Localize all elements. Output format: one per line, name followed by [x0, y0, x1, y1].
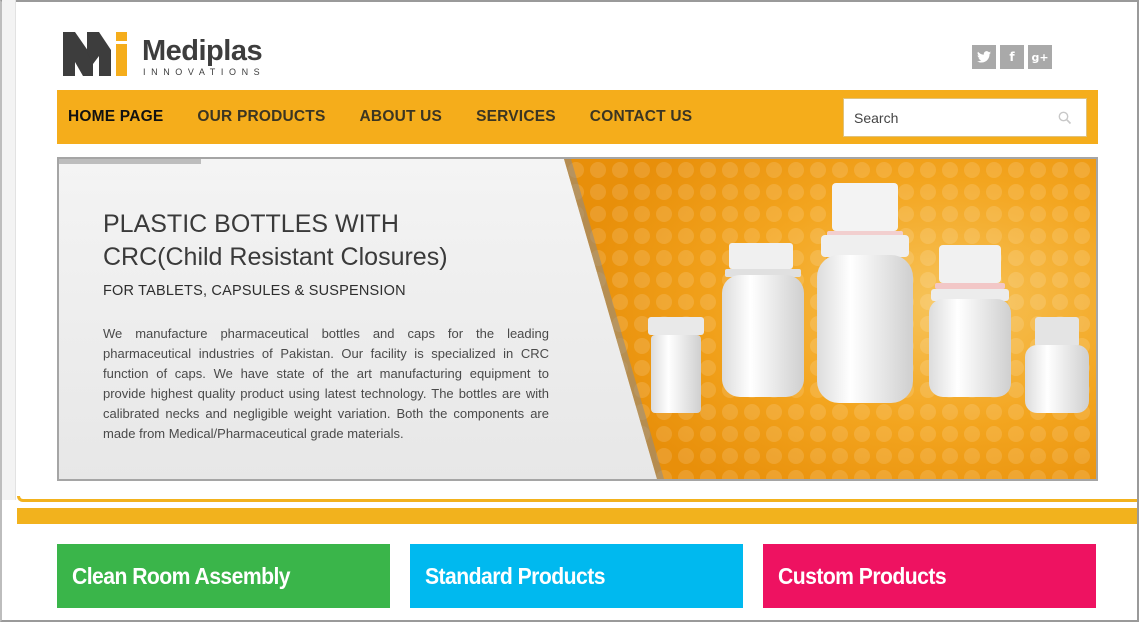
brand-tagline: INNOVATIONS [143, 67, 266, 77]
nav-services[interactable]: SERVICES [476, 108, 556, 126]
left-gutter [2, 0, 16, 500]
brand-name: Mediplas [142, 35, 263, 67]
card-custom-products[interactable]: Custom Products [763, 544, 1096, 608]
site-logo[interactable]: Mediplas INNOVATIONS [63, 30, 283, 80]
bottle-medium-left [722, 243, 804, 397]
twitter-icon[interactable] [972, 45, 996, 69]
nav-our-products[interactable]: OUR PRODUCTS [197, 108, 325, 126]
banner-title: PLASTIC BOTTLES WITH CRC(Child Resistant… [103, 210, 448, 271]
bottle-tube [648, 317, 704, 413]
main-nav: HOME PAGE OUR PRODUCTS ABOUT US SERVICES… [57, 90, 1098, 144]
search-input[interactable] [844, 99, 1049, 136]
section-divider-line [17, 496, 1137, 502]
hero-banner[interactable]: PLASTIC BOTTLES WITH CRC(Child Resistant… [57, 157, 1098, 481]
google-plus-icon[interactable]: g+ [1028, 45, 1052, 69]
nav-contact-us[interactable]: CONTACT US [590, 108, 692, 126]
bottle-medium-right [929, 245, 1011, 397]
banner-subtitle: FOR TABLETS, CAPSULES & SUSPENSION [103, 283, 406, 299]
card-clean-room-assembly[interactable]: Clean Room Assembly [57, 544, 390, 608]
search-box [843, 98, 1087, 137]
nav-about-us[interactable]: ABOUT US [360, 108, 443, 126]
mediplas-logo-icon [63, 32, 127, 76]
banner-description: We manufacture pharmaceutical bottles an… [103, 326, 549, 441]
banner-slider-indicator[interactable] [59, 159, 201, 164]
card-standard-products[interactable]: Standard Products [410, 544, 743, 608]
facebook-icon[interactable]: f [1000, 45, 1024, 69]
search-icon[interactable] [1058, 111, 1072, 125]
nav-home[interactable]: HOME PAGE [68, 108, 163, 126]
nav-items: HOME PAGE OUR PRODUCTS ABOUT US SERVICES… [68, 90, 726, 144]
social-links: f g+ [972, 45, 1052, 69]
section-divider-bar [17, 508, 1137, 524]
